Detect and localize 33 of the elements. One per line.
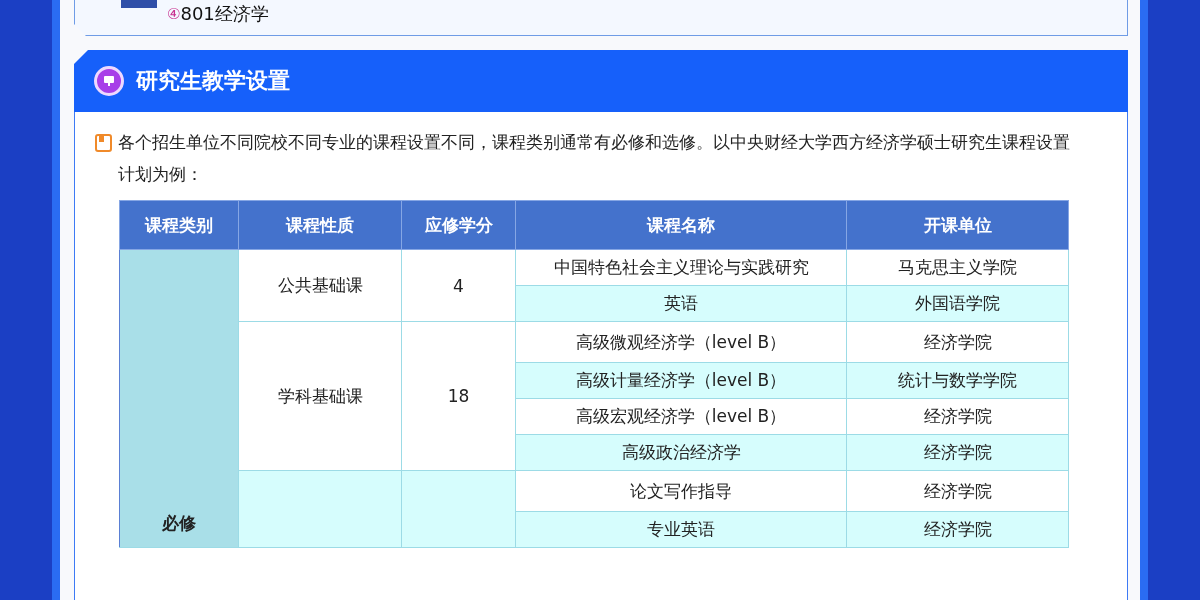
column-header: 应修学分 (401, 200, 516, 250)
number-marker: ④ (167, 5, 181, 23)
department-cell: 经济学院 (846, 511, 1069, 548)
credits-cell: 4 (401, 249, 516, 322)
nature-cell: 公共基础课 (238, 249, 402, 322)
course-name-cell: 高级计量经济学（level B） (515, 362, 847, 399)
credits-cell: 18 (401, 321, 516, 471)
course-name-cell: 中国特色社会主义理论与实践研究 (515, 249, 847, 286)
bar-icon (121, 0, 157, 8)
department-cell: 经济学院 (846, 321, 1069, 363)
course-name-cell: 高级微观经济学（level B） (515, 321, 847, 363)
intro-paragraph: 各个招生单位不同院校不同专业的课程设置不同，课程类别通常有必修和选修。以中央财经大学西方经济学硕士研究生课程设置计划为例： (118, 131, 1071, 186)
course-name-cell: 高级宏观经济学（level B） (515, 398, 847, 435)
monitor-icon (94, 66, 124, 96)
department-cell: 外国语学院 (846, 285, 1069, 322)
nature-cell: 学科基础课 (238, 321, 402, 471)
column-header: 课程类别 (119, 200, 239, 250)
column-header: 课程名称 (515, 200, 847, 250)
department-cell: 经济学院 (846, 434, 1069, 471)
department-cell: 经济学院 (846, 470, 1069, 512)
exam-subject-text: 801经济学 (180, 2, 269, 26)
department-cell: 马克思主义学院 (846, 249, 1069, 286)
course-name-cell: 论文写作指导 (515, 470, 847, 512)
column-header: 课程性质 (238, 200, 402, 250)
category-cell: 必修 (119, 249, 239, 548)
section-title: 研究生教学设置 (136, 67, 290, 95)
department-cell: 经济学院 (846, 398, 1069, 435)
course-name-cell: 专业英语 (515, 511, 847, 548)
course-name-cell: 英语 (515, 285, 847, 322)
column-header: 开课单位 (846, 200, 1069, 250)
course-name-cell: 高级政治经济学 (515, 434, 847, 471)
book-icon (95, 134, 112, 152)
department-cell: 统计与数学学院 (846, 362, 1069, 399)
